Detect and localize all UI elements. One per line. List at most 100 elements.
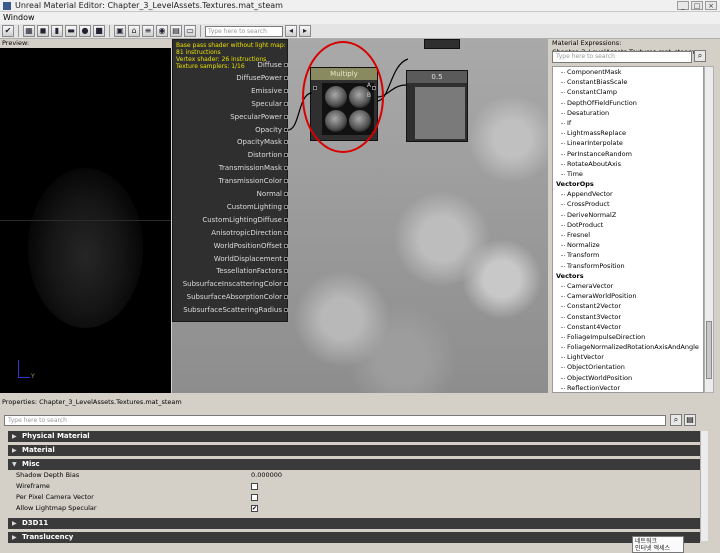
expressions-scrollbar-thumb[interactable]	[706, 321, 712, 379]
properties-options-icon[interactable]: ▤	[684, 414, 696, 426]
axis-y-label: Y	[31, 373, 35, 380]
expression-item[interactable]: Fresnel	[553, 230, 703, 240]
comment-icon[interactable]: ▭	[184, 25, 196, 37]
expression-item[interactable]: LightVector	[553, 352, 703, 362]
plane-icon[interactable]: ▬	[65, 25, 77, 37]
expression-item[interactable]: Constant4Vector	[553, 322, 703, 332]
expression-item[interactable]: ConstantClamp	[553, 87, 703, 97]
allow-lightmap-specular-checkbox[interactable]: ✔	[251, 505, 258, 512]
group-material[interactable]: ▶ Material	[8, 445, 700, 456]
box-icon[interactable]: ■	[93, 25, 105, 37]
expression-item[interactable]: Time	[553, 169, 703, 179]
expressions-panel-header: Material Expressions: Chapter_3_LevelAss…	[549, 39, 720, 56]
prop-label: Allow Lightmap Specular	[16, 504, 97, 512]
shadow-depth-bias-field[interactable]: 0.000000	[251, 471, 282, 480]
expression-item[interactable]: FoliageNormalizedRotationAxisAndAngle	[553, 342, 703, 352]
expression-item[interactable]: Desaturation	[553, 108, 703, 118]
expression-category[interactable]: VectorOps	[553, 179, 703, 189]
expressions-scrollbar[interactable]	[704, 66, 714, 393]
group-label: Physical Material	[22, 432, 90, 440]
properties-search-icon[interactable]: ⌕	[670, 414, 682, 426]
expression-category[interactable]: Vectors	[553, 271, 703, 281]
expand-arrow-icon: ▶	[12, 520, 17, 527]
window-controls: _ □ ×	[677, 1, 717, 10]
stats-icon[interactable]: ≡	[142, 25, 154, 37]
expression-item[interactable]: LightmassReplace	[553, 128, 703, 138]
expression-item[interactable]: DotProduct	[553, 220, 703, 230]
properties-search-input[interactable]: Type here to search	[4, 415, 666, 426]
expressions-search-icon[interactable]: ⌕	[694, 50, 706, 62]
properties-panel-header: Properties: Chapter_3_LevelAssets.Textur…	[2, 398, 182, 406]
menu-window[interactable]: Window	[3, 13, 35, 22]
preview-header: Preview: Chapter_3_LevelAssets.Textures.…	[0, 39, 171, 56]
wireframe-checkbox[interactable]	[251, 483, 258, 490]
close-button[interactable]: ×	[705, 1, 717, 10]
toolbar: ✔ ▦ ◼ ▮ ▬ ● ■ ▣ ⌂ ≡ ◉ ▤ ▭ Type here to s…	[0, 24, 720, 39]
expression-item[interactable]: Constant3Vector	[553, 312, 703, 322]
window-title: Unreal Material Editor: Chapter_3_LevelA…	[15, 1, 283, 10]
expression-item[interactable]: If	[553, 118, 703, 128]
group-d3d11[interactable]: ▶ D3D11	[8, 518, 700, 529]
expression-item[interactable]: AppendVector	[553, 189, 703, 199]
grid-icon[interactable]: ▦	[23, 25, 35, 37]
network-tooltip: 네트워크 인터넷 액세스	[632, 536, 684, 553]
properties-scrollbar[interactable]	[700, 431, 708, 541]
expression-item[interactable]: CrossProduct	[553, 199, 703, 209]
expression-item[interactable]: RotateAboutAxis	[553, 159, 703, 169]
preview-viewport[interactable]: Y	[0, 48, 171, 393]
expression-item[interactable]: ComponentMask	[553, 67, 703, 77]
preview-sphere	[28, 168, 143, 328]
prop-label: Per Pixel Camera Vector	[16, 493, 94, 501]
check-icon[interactable]: ✔	[2, 25, 14, 37]
preview-horizon-line	[0, 220, 171, 221]
expression-item[interactable]: ConstantBiasScale	[553, 77, 703, 87]
group-translucency[interactable]: ▶ Translucency	[8, 532, 700, 543]
toolbar-search-input[interactable]: Type here to search	[205, 25, 283, 37]
axis-y-indicator	[18, 377, 30, 378]
toolbar-separator	[200, 25, 201, 37]
axis-z-indicator	[18, 360, 19, 377]
menu-bar: Window	[0, 12, 720, 24]
expression-item[interactable]: DeriveNormalZ	[553, 210, 703, 220]
group-label: Material	[22, 446, 55, 454]
prop-wireframe: Wireframe	[16, 482, 698, 491]
expression-item[interactable]: ReflectionVector	[553, 383, 703, 392]
expression-item[interactable]: CameraVector	[553, 281, 703, 291]
group-physical-material[interactable]: ▶ Physical Material	[8, 431, 700, 442]
group-label: Translucency	[22, 533, 74, 541]
expression-item[interactable]: PerInstanceRandom	[553, 149, 703, 159]
network-tooltip-line: 네트워크	[635, 538, 658, 545]
cube-icon[interactable]: ◼	[37, 25, 49, 37]
per-pixel-camera-vector-checkbox[interactable]	[251, 494, 258, 501]
sphere-icon[interactable]: ●	[79, 25, 91, 37]
search-prev-icon[interactable]: ◂	[285, 25, 297, 37]
home-icon[interactable]: ⌂	[128, 25, 140, 37]
collapse-arrow-icon: ▼	[12, 461, 17, 468]
search-next-icon[interactable]: ▸	[299, 25, 311, 37]
prop-label: Shadow Depth Bias	[16, 471, 80, 479]
expression-item[interactable]: DepthOfFieldFunction	[553, 98, 703, 108]
expression-item[interactable]: ObjectWorldPosition	[553, 373, 703, 383]
expression-item[interactable]: CameraWorldPosition	[553, 291, 703, 301]
title-bar: Unreal Material Editor: Chapter_3_LevelA…	[0, 0, 720, 12]
expression-item[interactable]: Constant2Vector	[553, 301, 703, 311]
cylinder-icon[interactable]: ▮	[51, 25, 63, 37]
expression-item[interactable]: TransformPosition	[553, 261, 703, 271]
material-graph-canvas[interactable]: F Base pass shader without light map: 81…	[172, 39, 548, 393]
expression-item[interactable]: LinearInterpolate	[553, 138, 703, 148]
prop-per-pixel-camera-vector: Per Pixel Camera Vector	[16, 493, 698, 502]
preview-icon[interactable]: ▤	[170, 25, 182, 37]
network-tooltip-line: 인터넷 액세스	[635, 545, 671, 552]
expression-item[interactable]: Transform	[553, 250, 703, 260]
expression-item[interactable]: ObjectOrientation	[553, 362, 703, 372]
expand-arrow-icon: ▶	[12, 447, 17, 454]
group-misc[interactable]: ▼ Misc	[8, 459, 700, 470]
texture-icon[interactable]: ▣	[114, 25, 126, 37]
expression-item[interactable]: Normalize	[553, 240, 703, 250]
expression-item[interactable]: FoliageImpulseDirection	[553, 332, 703, 342]
maximize-button[interactable]: □	[691, 1, 703, 10]
realtime-icon[interactable]: ◉	[156, 25, 168, 37]
expressions-search-input[interactable]: Type here to search	[552, 51, 692, 63]
minimize-button[interactable]: _	[677, 1, 689, 10]
expressions-list[interactable]: ComponentMask ConstantBiasScale ConstantCl…	[552, 66, 704, 393]
